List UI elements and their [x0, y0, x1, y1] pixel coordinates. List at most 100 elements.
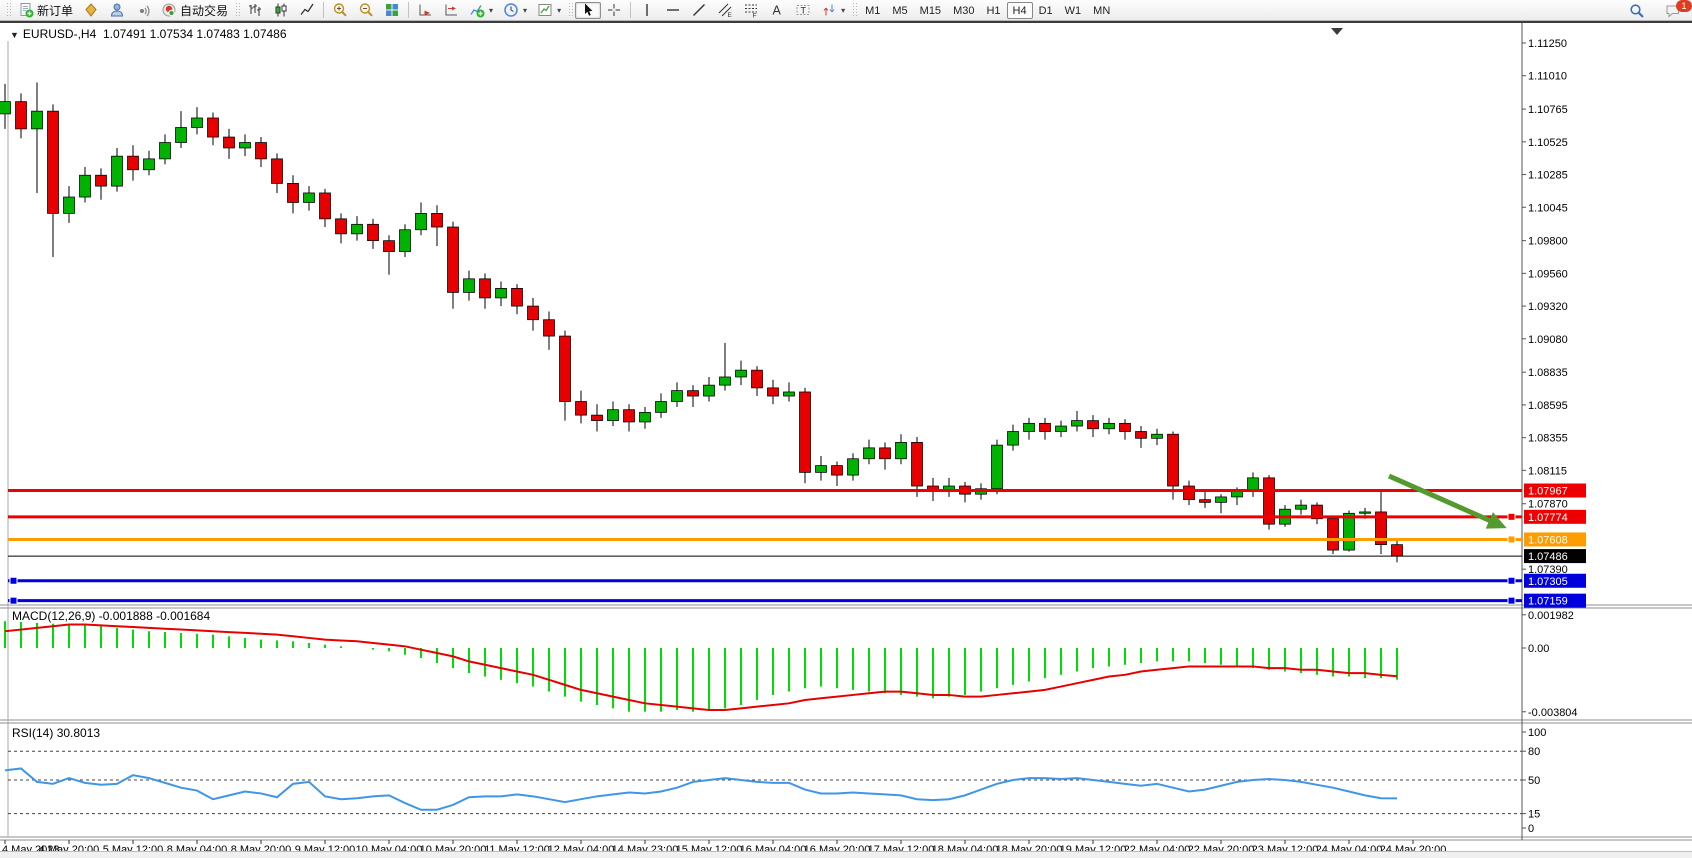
svg-text:1.10285: 1.10285 [1528, 170, 1568, 182]
new-order-button-label: 新订单 [37, 2, 73, 19]
line-handle[interactable] [1508, 597, 1515, 604]
line-handle[interactable] [1508, 513, 1515, 520]
line-chart-button[interactable] [294, 2, 320, 19]
svg-text:1.09800: 1.09800 [1528, 236, 1568, 248]
autotrade-button-label: 自动交易 [180, 2, 228, 19]
chevron-down-icon: ▾ [523, 6, 527, 15]
toolbar-grip [852, 2, 857, 18]
svg-text:1.07159: 1.07159 [1528, 596, 1568, 608]
crosshair-button[interactable] [601, 2, 627, 19]
line-handle[interactable] [1508, 536, 1515, 543]
svg-text:1.08115: 1.08115 [1528, 465, 1567, 477]
symbol-dropdown-icon[interactable]: ▼ [10, 30, 19, 40]
hline-1.07305[interactable]: 1.07305 [8, 574, 1586, 588]
svg-text:50: 50 [1528, 775, 1540, 787]
macd-panel: 0.0019820.00-0.003804 [5, 610, 1578, 719]
channel-button[interactable]: E [712, 2, 738, 19]
macd-value: -0.001888 [99, 609, 153, 623]
trendline-button[interactable] [686, 2, 712, 19]
svg-text:1.07486: 1.07486 [1528, 551, 1568, 563]
auto-scroll-button[interactable] [412, 2, 438, 19]
search-button[interactable] [1624, 2, 1650, 19]
add-indicator-icon [469, 2, 485, 18]
text-button[interactable]: A [764, 2, 790, 19]
timeframe-button-m30[interactable]: M30 [947, 2, 980, 19]
svg-text:F: F [753, 13, 757, 19]
cursor-icon [580, 2, 596, 18]
quote-high: 1.07534 [150, 27, 193, 41]
main-toolbar: 新订单 自动交易 ▾ ▾ ▾ E F A T ▾ M1M5M15M30H1H4D1W1MN [0, 0, 1692, 21]
zoom-out-button[interactable] [353, 2, 379, 19]
fibonacci-icon: F [743, 2, 759, 18]
timeframe-button-d1[interactable]: D1 [1033, 2, 1059, 19]
label-button[interactable]: T [790, 2, 816, 19]
price-chart[interactable]: 1.112501.110101.107651.105251.102851.100… [0, 23, 1692, 854]
vline-icon [639, 2, 655, 18]
rsi-panel: 1008050150 [5, 727, 1546, 835]
svg-text:1.07967: 1.07967 [1528, 486, 1568, 498]
timeframe-button-m5[interactable]: M5 [886, 2, 913, 19]
hline-button[interactable] [660, 2, 686, 19]
svg-text:1.11010: 1.11010 [1528, 71, 1567, 83]
line-handle[interactable] [1508, 577, 1515, 584]
auto-scroll-icon [417, 2, 433, 18]
styler-button[interactable] [78, 2, 104, 19]
chat-button[interactable]: 1 [1660, 2, 1686, 19]
signals-button[interactable] [130, 2, 156, 19]
bar-chart-button[interactable] [242, 2, 268, 19]
indicators-button[interactable]: ▾ [464, 2, 498, 19]
line-handle[interactable] [10, 577, 17, 584]
line-chart-icon [299, 2, 315, 18]
zoom-out-icon [358, 2, 374, 18]
templates-button[interactable]: ▾ [532, 2, 566, 19]
svg-text:-0.003804: -0.003804 [1528, 707, 1578, 719]
timeframe-button-mn[interactable]: MN [1087, 2, 1116, 19]
hline-1.07159[interactable]: 1.07159 [8, 594, 1586, 608]
channel-icon: E [717, 2, 733, 18]
autotrade-button[interactable]: 自动交易 [156, 2, 233, 19]
line-handle[interactable] [10, 597, 17, 604]
timeframe-button-m1[interactable]: M1 [859, 2, 886, 19]
text-icon: A [769, 2, 785, 18]
new-order-button[interactable]: 新订单 [13, 2, 78, 19]
svg-text:1.09320: 1.09320 [1528, 301, 1568, 313]
tile-windows-button[interactable] [379, 2, 405, 19]
svg-text:T: T [801, 6, 807, 16]
person-icon [109, 2, 125, 18]
bar-chart-icon [247, 2, 263, 18]
timeframe-button-m15[interactable]: M15 [914, 2, 947, 19]
new-order-icon [18, 2, 34, 18]
svg-text:1.07774: 1.07774 [1528, 512, 1568, 524]
zoom-in-button[interactable] [327, 2, 353, 19]
timeframe-button-h4[interactable]: H4 [1007, 2, 1033, 19]
svg-text:A: A [773, 4, 782, 18]
timeframe-button-w1[interactable]: W1 [1059, 2, 1088, 19]
svg-text:100: 100 [1528, 727, 1546, 739]
chevron-down-icon: ▾ [489, 6, 493, 15]
periods-button[interactable]: ▾ [498, 2, 532, 19]
chart-shift-button[interactable] [438, 2, 464, 19]
chevron-down-icon: ▾ [557, 6, 561, 15]
macd-signal-value: -0.001684 [156, 609, 210, 623]
macd-label: MACD(12,26,9) -0.001888 -0.001684 [12, 609, 210, 623]
candle-chart-button[interactable] [268, 2, 294, 19]
svg-text:1.08355: 1.08355 [1528, 433, 1568, 445]
trend-arrow[interactable] [1389, 476, 1507, 529]
arrows-icon [821, 2, 837, 18]
arrows-button[interactable]: ▾ [816, 2, 850, 19]
zoom-in-icon [332, 2, 348, 18]
toolbar-separator [408, 2, 409, 18]
clock-icon [503, 2, 519, 18]
hline-1.07967[interactable]: 1.07967 [8, 484, 1586, 498]
rsi-name: RSI(14) [12, 726, 53, 740]
quote-open: 1.07491 [103, 27, 146, 41]
template-icon [537, 2, 553, 18]
bottom-strip [0, 851, 1692, 858]
timeframe-button-h1[interactable]: H1 [980, 2, 1006, 19]
fibonacci-button[interactable]: F [738, 2, 764, 19]
svg-text:1.10525: 1.10525 [1528, 137, 1568, 149]
trendline-icon [691, 2, 707, 18]
cursor-button[interactable] [575, 2, 601, 19]
community-button[interactable] [104, 2, 130, 19]
vline-button[interactable] [634, 2, 660, 19]
